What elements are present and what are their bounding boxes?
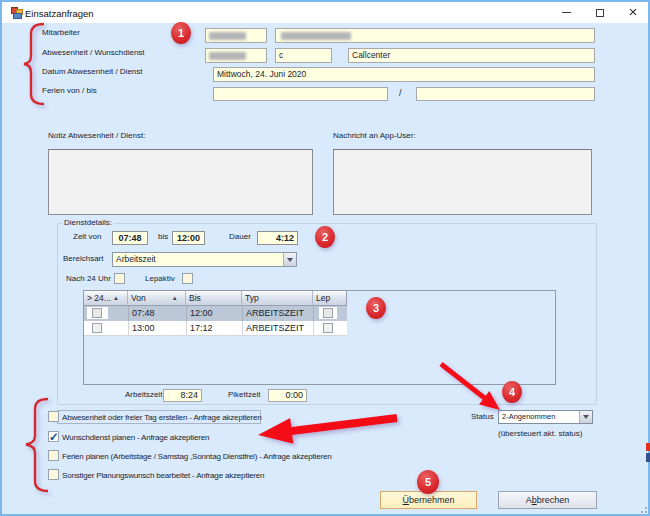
annotation-brace-bottom — [26, 399, 48, 491]
action-checkbox-2[interactable]: ✓ — [48, 431, 59, 442]
edge-artifact-red — [646, 443, 650, 451]
close-button[interactable]: ✕ — [618, 2, 648, 23]
title-bar: Einsatzanfragen ✕ — [2, 2, 648, 23]
ferien-von-field[interactable] — [213, 87, 388, 101]
grid-row1-lep-checkbox[interactable] — [323, 308, 333, 318]
zeit-von-field[interactable]: 07:48 — [112, 231, 148, 245]
abwesenheit-id-field[interactable] — [205, 48, 267, 63]
status-note: (übersteuert akt. status) — [498, 428, 582, 440]
nach24-label: Nach 24 Uhr — [66, 273, 111, 285]
grid-col-lep[interactable]: Lep — [313, 291, 347, 306]
annotation-circle-1: 1 — [171, 22, 191, 44]
chevron-down-icon — [583, 415, 589, 419]
uebernehmen-label: bernehmen — [409, 495, 455, 505]
mitarbeiter-label: Mitarbeiter — [42, 27, 80, 39]
abwesenheit-name-field[interactable]: Callcenter — [348, 48, 595, 63]
grid-row1-typ: ARBEITSZEIT — [242, 306, 313, 321]
grid-col-von[interactable]: Von▲ — [128, 291, 186, 306]
arbeitszeit-field[interactable]: 8:24 — [163, 389, 202, 402]
action-checkbox-3-label[interactable]: Ferien planen (Arbeitstage / Samstag ,So… — [62, 451, 332, 463]
bereichsart-label: Bereichsart — [63, 253, 103, 265]
sort-asc-icon: ▲ — [113, 295, 119, 301]
minimize-button[interactable] — [551, 2, 581, 23]
sort-asc-icon: ▲ — [172, 295, 178, 301]
grid-row2-lep-checkbox[interactable] — [323, 323, 333, 333]
grid-row2-typ: ARBEITSZEIT — [242, 321, 313, 336]
grid-row1-von: 07:48 — [128, 306, 186, 321]
window-title: Einsatzanfragen — [25, 8, 94, 19]
lepaktiv-label: Lepaktiv — [145, 273, 175, 285]
minimize-icon — [562, 12, 571, 13]
notiz-textarea[interactable] — [48, 149, 313, 215]
datum-field[interactable]: Mittwoch, 24. Juni 2020 — [213, 67, 595, 82]
mitarbeiter-id-field[interactable] — [205, 28, 267, 43]
einsatzanfragen-dialog: Einsatzanfragen ✕ Mitarbeiter Abwesenhei… — [0, 0, 650, 516]
datum-label: Datum Abwesenheit / Dienst — [42, 66, 143, 78]
annotation-circle-4: 4 — [502, 381, 522, 403]
abbrechen-button[interactable]: Abbrechen — [498, 491, 597, 509]
annotation-arrow-left — [258, 414, 398, 444]
nachricht-textarea[interactable] — [333, 149, 592, 215]
nachricht-label: Nachricht an App-User: — [333, 130, 416, 142]
mitarbeiter-name-field[interactable] — [275, 28, 595, 43]
bereichsart-value: Arbeitszeit — [116, 254, 156, 264]
edge-artifact-blue — [646, 453, 650, 462]
pikettzeit-field[interactable]: 0:00 — [268, 389, 307, 402]
dauer-label: Dauer — [229, 231, 251, 243]
bereichsart-dropdown-button[interactable] — [283, 253, 296, 266]
abwesenheit-code-field[interactable]: c — [275, 48, 332, 63]
dauer-field[interactable]: 4:12 — [257, 231, 298, 245]
lepaktiv-checkbox[interactable] — [182, 273, 193, 284]
status-dropdown-button[interactable] — [579, 411, 592, 423]
ferien-separator: / — [399, 87, 402, 99]
status-label: Status — [471, 411, 494, 423]
grid-col-nach24[interactable]: > 24...▲ — [84, 291, 128, 306]
action-checkbox-4-label[interactable]: Sonstiger Planungswunsch bearbeitet - An… — [62, 470, 264, 482]
action-checkbox-4[interactable] — [48, 469, 59, 480]
arbeitszeit-label: Arbeitszeit — [125, 389, 162, 401]
grid-row-2[interactable]: 13:00 17:12 ARBEITSZEIT — [84, 321, 347, 336]
grid-row-1[interactable]: 07:48 12:00 ARBEITSZEIT — [84, 306, 347, 321]
grid-row1-bis: 12:00 — [186, 306, 242, 321]
notiz-label: Notiz Abwesenheit / Dienst: — [48, 130, 145, 142]
nach24-checkbox[interactable] — [114, 273, 125, 284]
annotation-brace-top — [24, 24, 44, 104]
status-value: 2-Angenommen — [502, 412, 555, 421]
grid-row2-von: 13:00 — [128, 321, 186, 336]
bis-field[interactable]: 12:00 — [172, 231, 205, 245]
chevron-down-icon — [287, 258, 293, 262]
grid-row2-bis: 17:12 — [186, 321, 242, 336]
abbrechen-label: Abbrechen — [526, 495, 570, 505]
close-icon: ✕ — [628, 7, 638, 17]
annotation-circle-5: 5 — [417, 470, 439, 494]
annotation-circle-2: 2 — [315, 226, 335, 248]
ferien-label: Ferien von / bis — [42, 85, 97, 97]
dienst-grid: > 24...▲ Von▲ Bis Typ Lep 07:48 12:00 AR… — [83, 290, 556, 385]
status-combo[interactable]: 2-Angenommen — [498, 410, 593, 424]
resize-grip[interactable] — [637, 503, 647, 513]
maximize-icon — [596, 9, 604, 17]
grid-row2-nach24-checkbox[interactable] — [92, 323, 102, 333]
ferien-bis-field[interactable] — [416, 87, 595, 101]
dienstdetails-label: Dienstdetails: — [62, 218, 114, 228]
pikettzeit-label: Pikettzeit — [228, 389, 260, 401]
action-checkbox-3[interactable] — [48, 450, 59, 461]
app-icon — [11, 7, 23, 19]
abwesenheit-label: Abwesenheit / Wunschdienst — [42, 47, 145, 59]
maximize-button[interactable] — [585, 2, 615, 23]
bereichsart-combo[interactable]: Arbeitszeit — [112, 252, 297, 267]
bis-label: bis — [158, 231, 168, 243]
grid-row1-nach24-checkbox[interactable] — [92, 308, 102, 318]
grid-col-typ[interactable]: Typ — [242, 291, 313, 306]
zeit-von-label: Zeit von — [73, 231, 101, 243]
action-checkbox-1[interactable] — [48, 411, 59, 422]
action-checkbox-1-label[interactable]: Abwesenheit oder freier Tag erstellen - … — [62, 412, 262, 424]
grid-col-bis[interactable]: Bis — [186, 291, 242, 306]
action-checkbox-2-label[interactable]: Wunschdienst planen - Anfrage akzeptiere… — [62, 432, 209, 444]
annotation-circle-3: 3 — [366, 297, 386, 319]
